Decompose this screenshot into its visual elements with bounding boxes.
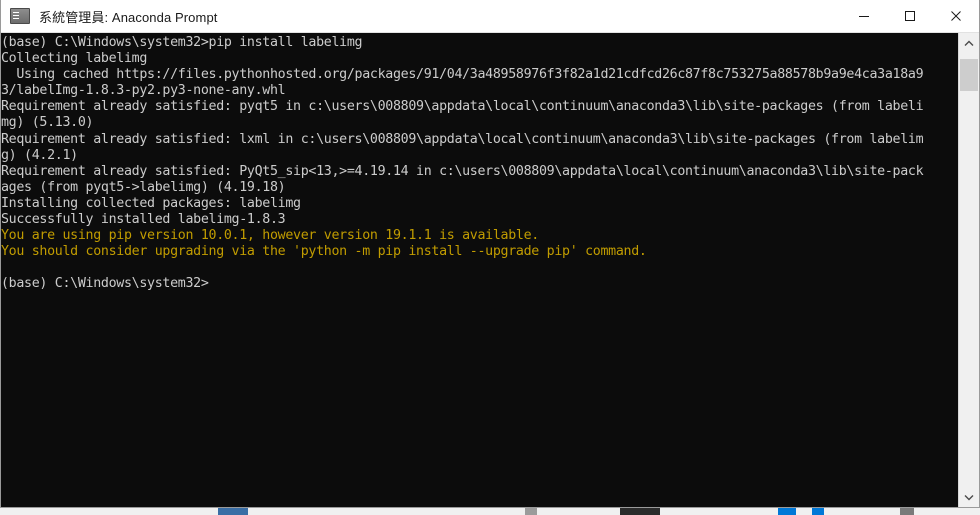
console-line: mg) (5.13.0) bbox=[1, 115, 94, 131]
console-line: Using cached https://files.pythonhosted.… bbox=[1, 67, 924, 83]
console-icon bbox=[10, 8, 30, 24]
console-line: (base) C:\Windows\system32>pip install l… bbox=[1, 35, 363, 50]
console-output-area[interactable]: (base) C:\Windows\system32>pip install l… bbox=[1, 33, 958, 507]
window-title: 系統管理員: Anaconda Prompt bbox=[39, 9, 218, 25]
console-line: 3/labelImg-1.8.3-py2.py3-none-any.whl bbox=[1, 83, 286, 99]
console-line: Successfully installed labelimg-1.8.3 bbox=[1, 212, 286, 228]
chevron-up-icon[interactable] bbox=[959, 33, 979, 53]
taskbar-item[interactable] bbox=[525, 508, 537, 515]
maximize-button[interactable] bbox=[887, 0, 933, 32]
console-line: Requirement already satisfied: pyqt5 in … bbox=[1, 99, 924, 115]
console-line: ages (from pyqt5->labelimg) (4.19.18) bbox=[1, 179, 286, 195]
taskbar-item[interactable] bbox=[778, 508, 796, 515]
console-line: You are using pip version 10.0.1, howeve… bbox=[1, 228, 539, 244]
console-lines: (base) C:\Windows\system32>pip install l… bbox=[1, 35, 958, 293]
vertical-scrollbar[interactable] bbox=[958, 33, 979, 507]
scrollbar-track[interactable] bbox=[959, 53, 979, 487]
console-line: g) (4.2.1) bbox=[1, 147, 78, 163]
console-window: 系統管理員: Anaconda Prompt (base) C:\Windows… bbox=[0, 0, 980, 508]
window-controls bbox=[841, 0, 979, 32]
close-button[interactable] bbox=[933, 0, 979, 32]
console-line: Requirement already satisfied: PyQt5_sip… bbox=[1, 163, 924, 179]
console-line: Collecting labelimg bbox=[1, 51, 148, 67]
taskbar-item[interactable] bbox=[620, 508, 660, 515]
chevron-down-icon[interactable] bbox=[959, 487, 979, 507]
console-body: (base) C:\Windows\system32>pip install l… bbox=[1, 33, 979, 507]
title-bar[interactable]: 系統管理員: Anaconda Prompt bbox=[1, 0, 979, 33]
console-line: You should consider upgrading via the 'p… bbox=[1, 244, 647, 260]
console-line: Installing collected packages: labelimg bbox=[1, 195, 301, 211]
taskbar-item[interactable] bbox=[218, 508, 248, 515]
taskbar-sliver[interactable] bbox=[0, 508, 980, 515]
scrollbar-thumb[interactable] bbox=[960, 59, 978, 91]
taskbar-item[interactable] bbox=[900, 508, 914, 515]
console-line: Requirement already satisfied: lxml in c… bbox=[1, 131, 924, 147]
taskbar-item[interactable] bbox=[812, 508, 824, 515]
minimize-button[interactable] bbox=[841, 0, 887, 32]
console-line: (base) C:\Windows\system32> bbox=[1, 276, 209, 292]
